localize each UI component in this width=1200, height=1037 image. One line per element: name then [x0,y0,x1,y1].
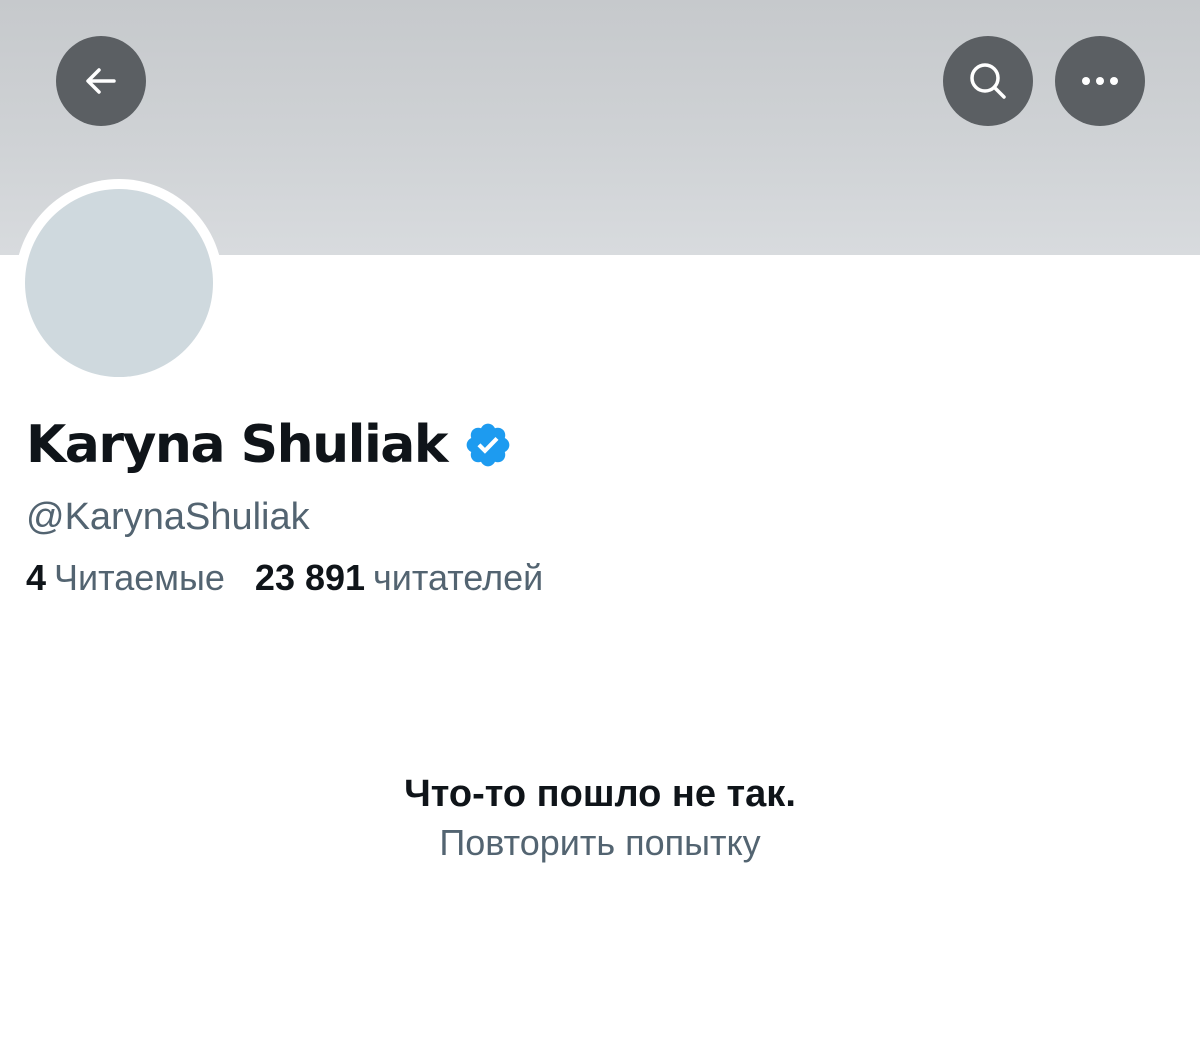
avatar[interactable] [25,189,213,377]
verified-badge-icon[interactable] [463,420,513,470]
name-row: Karyna Shuliak [26,408,513,482]
followers-count: 23 891 [254,557,366,598]
following-link[interactable]: 4 Читаемые [26,555,225,601]
following-count: 4 [26,557,47,598]
user-handle: @KarynaShuliak [26,496,310,538]
profile-page: Karyna Shuliak @KarynaShuliak 4 Читаемые … [0,0,1200,1037]
retry-button[interactable]: Повторить попытку [0,820,1200,866]
followers-label: читателей [373,557,544,598]
search-icon [970,63,1006,99]
followers-link[interactable]: 23 891 читателей [255,555,543,601]
more-horizontal-icon [1082,77,1118,85]
profile-stats: 4 Читаемые 23 891 читателей [26,555,543,601]
arrow-left-icon [86,68,116,94]
search-button[interactable] [943,36,1033,126]
following-label: Читаемые [54,557,225,598]
more-button[interactable] [1055,36,1145,126]
error-message: Что-то пошло не так. [404,773,796,815]
back-button[interactable] [56,36,146,126]
display-name: Karyna Shuliak [26,415,448,475]
